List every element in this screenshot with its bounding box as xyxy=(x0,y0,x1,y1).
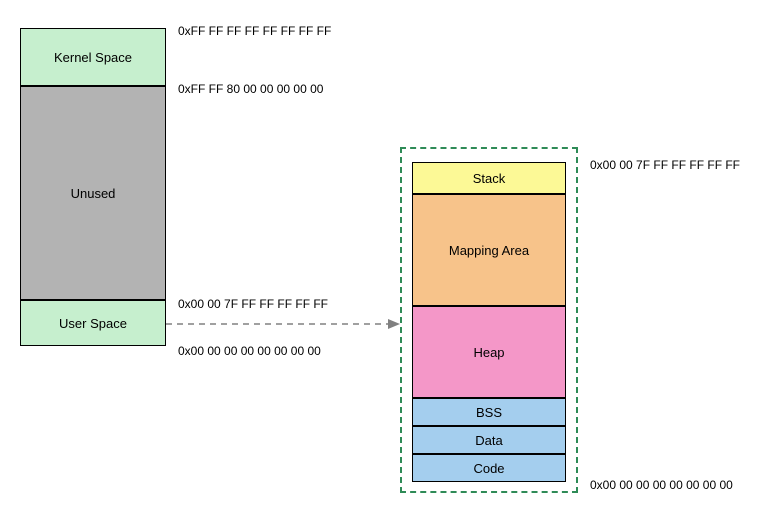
code-region: Code xyxy=(412,454,566,482)
data-region: Data xyxy=(412,426,566,454)
heap-label: Heap xyxy=(473,345,504,360)
addr-left-bottom: 0x00 00 00 00 00 00 00 00 xyxy=(178,344,321,358)
mapping-area-label: Mapping Area xyxy=(449,243,529,258)
user-space-label: User Space xyxy=(59,316,127,331)
user-space-region: User Space xyxy=(20,300,166,346)
addr-left-user-high: 0x00 00 7F FF FF FF FF FF xyxy=(178,297,328,311)
stack-region: Stack xyxy=(412,162,566,194)
kernel-space-label: Kernel Space xyxy=(54,50,132,65)
data-label: Data xyxy=(475,433,502,448)
bss-region: BSS xyxy=(412,398,566,426)
code-label: Code xyxy=(473,461,504,476)
mapping-area-region: Mapping Area xyxy=(412,194,566,306)
unused-region: Unused xyxy=(20,86,166,300)
addr-right-bottom: 0x00 00 00 00 00 00 00 00 xyxy=(590,478,733,492)
bss-label: BSS xyxy=(476,405,502,420)
stack-label: Stack xyxy=(473,171,506,186)
expand-arrow-icon xyxy=(166,316,402,332)
heap-region: Heap xyxy=(412,306,566,398)
addr-left-top: 0xFF FF FF FF FF FF FF FF xyxy=(178,24,331,38)
unused-label: Unused xyxy=(71,186,116,201)
addr-right-top: 0x00 00 7F FF FF FF FF FF xyxy=(590,158,740,172)
addr-left-kernel-low: 0xFF FF 80 00 00 00 00 00 xyxy=(178,82,323,96)
kernel-space-region: Kernel Space xyxy=(20,28,166,86)
